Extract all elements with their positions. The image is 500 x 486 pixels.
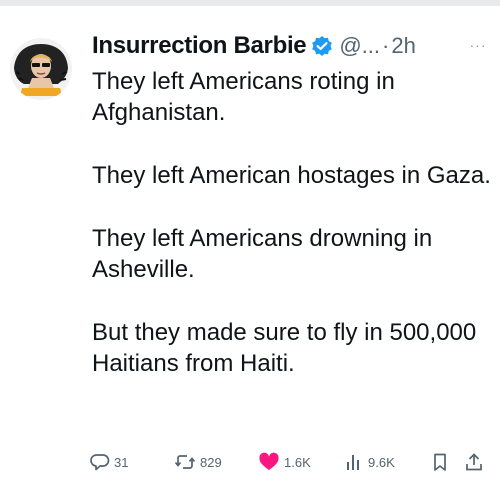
action-bar: 31 829 1.6K 9.6K [90, 450, 490, 474]
tweet-text: They left Americans roting in Afghanista… [92, 66, 492, 411]
woman-portrait-avatar-icon [10, 38, 72, 100]
tweet-paragraph: They left Americans drowning in Ashevill… [92, 225, 433, 283]
like-count: 1.6K [284, 454, 311, 470]
reply-count: 31 [114, 454, 129, 470]
views-button[interactable]: 9.6K [344, 450, 395, 474]
share-icon [466, 453, 482, 471]
heart-icon [259, 452, 279, 470]
tweet-header: Insurrection Barbie @... · 2h [92, 28, 492, 64]
separator-dot: · [382, 33, 390, 58]
top-divider [0, 0, 500, 6]
timestamp[interactable]: 2h [391, 33, 415, 59]
view-count: 9.6K [368, 454, 395, 470]
avatar[interactable] [10, 38, 72, 100]
share-button[interactable] [464, 450, 484, 474]
reply-button[interactable]: 31 [90, 450, 128, 474]
bookmark-icon [434, 453, 446, 471]
tweet-paragraph: They left American hostages in Gaza. [92, 162, 491, 189]
tweet-paragraph: But they made sure to fly in 500,000 Hai… [92, 319, 477, 377]
verified-badge-icon[interactable] [311, 35, 333, 57]
repost-count: 829 [200, 454, 222, 470]
display-name[interactable]: Insurrection Barbie [92, 32, 307, 60]
repost-icon [174, 455, 196, 469]
tweet-paragraph: They left Americans roting in Afghanista… [92, 68, 395, 126]
more-options-icon[interactable]: ··· [466, 38, 490, 52]
views-chart-icon [347, 455, 359, 470]
like-button[interactable]: 1.6K [258, 450, 311, 474]
reply-icon [90, 454, 110, 471]
repost-button[interactable]: 829 [174, 450, 222, 474]
bookmark-button[interactable] [430, 450, 450, 474]
handle[interactable]: @... [339, 33, 380, 59]
tweet-card[interactable]: Insurrection Barbie @... · 2h ··· They l… [0, 0, 500, 486]
